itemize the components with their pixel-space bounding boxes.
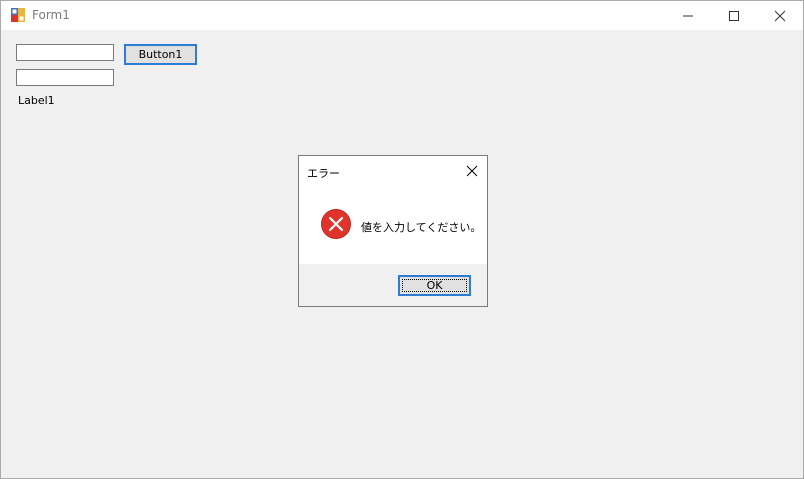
dialog-close-button[interactable] [463,162,481,180]
textbox-1[interactable] [16,44,114,61]
error-icon [321,209,351,239]
ok-button[interactable]: OK [398,275,471,296]
minimize-button[interactable] [665,1,711,30]
title-bar[interactable]: Form1 [1,1,803,30]
label-1: Label1 [18,94,55,107]
close-button[interactable] [757,1,803,30]
app-icon [11,8,27,22]
dialog-title: エラー [307,167,340,180]
error-dialog: エラー 値を入力してください。 OK [298,155,488,307]
minimize-icon [683,15,693,16]
maximize-button[interactable] [711,1,757,30]
dialog-footer: OK [299,264,487,306]
maximize-icon [729,10,739,21]
button-1-label: Button1 [138,48,183,61]
close-icon [466,165,478,177]
close-icon [774,10,786,21]
ok-button-label: OK [426,279,443,292]
button-1[interactable]: Button1 [124,44,197,65]
dialog-message: 値を入力してください。 [361,221,482,234]
textbox-2[interactable] [16,69,114,86]
window-title: Form1 [32,8,70,22]
